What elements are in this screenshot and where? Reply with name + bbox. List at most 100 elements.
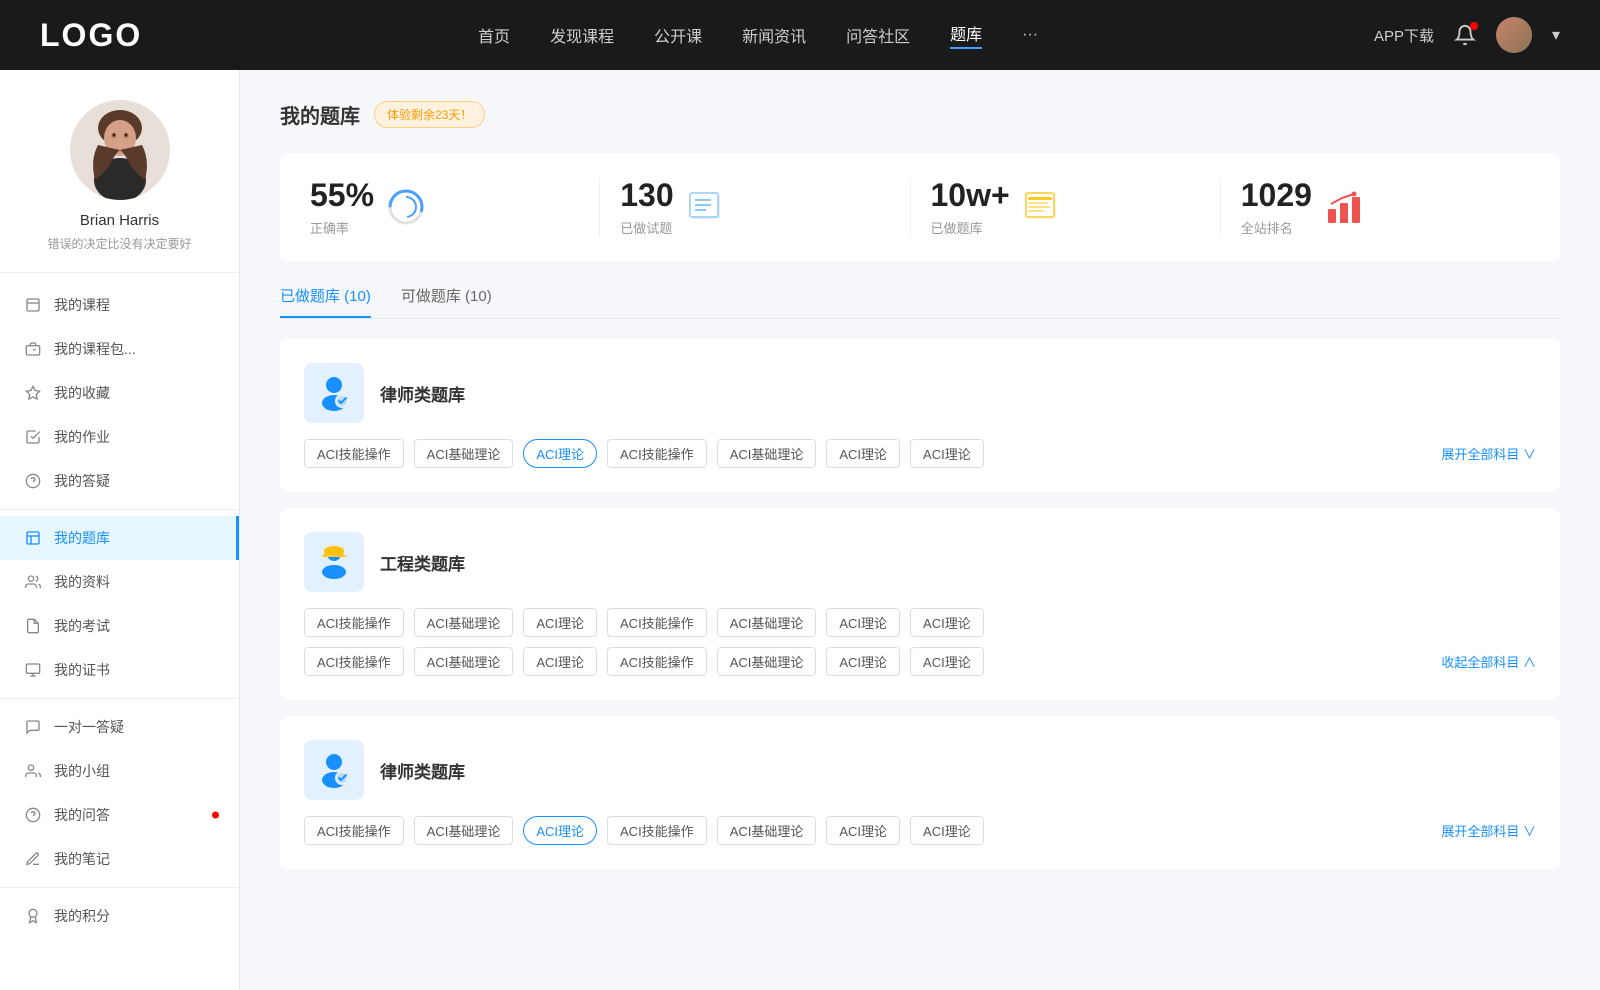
note-icon [24,850,42,868]
nav-more[interactable]: ··· [1022,26,1038,44]
bank-title-lawyer-2: 律师类题库 [380,758,465,783]
logo: LOGO [40,17,142,54]
group-icon [24,762,42,780]
menu-item-favorite[interactable]: 我的收藏 [0,371,239,415]
tag-lawyer1-6[interactable]: ACI理论 [826,439,900,468]
menu-item-question[interactable]: 我的问答 [0,793,239,837]
tag-eng-6[interactable]: ACI理论 [826,608,900,637]
expand-lawyer-1[interactable]: 展开全部科目 ∨ [1441,444,1536,463]
menu-label-favorite: 我的收藏 [54,383,110,403]
oneone-icon [24,718,42,736]
bank-card-lawyer-2: 律师类题库 ACI技能操作 ACI基础理论 ACI理论 ACI技能操作 ACI基… [280,716,1560,869]
expand-lawyer-2[interactable]: 展开全部科目 ∨ [1441,821,1536,840]
tag-lawyer2-6[interactable]: ACI理论 [826,816,900,845]
menu-item-note[interactable]: 我的笔记 [0,837,239,881]
lawyer-icon-2 [304,740,364,800]
menu-item-group[interactable]: 我的小组 [0,749,239,793]
header: LOGO 首页 发现课程 公开课 新闻资讯 问答社区 题库 ··· APP下载 … [0,0,1600,70]
tab-available[interactable]: 可做题库 (10) [401,285,492,318]
question-icon [24,806,42,824]
tag-lawyer2-4[interactable]: ACI技能操作 [607,816,707,845]
stat-accuracy: 55% 正确率 [310,177,600,237]
profile-motto: 错误的决定比没有决定要好 [47,235,191,252]
tags-row-engineer-2: ACI技能操作 ACI基础理论 ACI理论 ACI技能操作 ACI基础理论 AC… [304,647,1536,676]
nav-bank[interactable]: 题库 [950,21,982,49]
stat-done-banks: 10w+ 已做题库 [931,177,1221,237]
bank-header-lawyer-1: 律师类题库 [304,363,1536,423]
nav-news[interactable]: 新闻资讯 [742,23,806,47]
banks-icon [1024,189,1060,225]
data-icon [24,573,42,591]
avatar [70,100,170,200]
notification-bell[interactable] [1454,24,1476,46]
tags-row-lawyer-1: ACI技能操作 ACI基础理论 ACI理论 ACI技能操作 ACI基础理论 AC… [304,439,1536,468]
tag-eng-10[interactable]: ACI理论 [523,647,597,676]
menu-item-cert[interactable]: 我的证书 [0,648,239,692]
tag-lawyer2-2[interactable]: ACI基础理论 [414,816,514,845]
menu-item-package[interactable]: 我的课程包... [0,327,239,371]
tag-lawyer1-5[interactable]: ACI基础理论 [717,439,817,468]
tag-lawyer2-1[interactable]: ACI技能操作 [304,816,404,845]
tag-eng-12[interactable]: ACI基础理论 [717,647,817,676]
menu-item-qa[interactable]: 我的答疑 [0,459,239,503]
tag-lawyer1-4[interactable]: ACI技能操作 [607,439,707,468]
stat-label-questions: 已做试题 [620,218,673,237]
nav-qa[interactable]: 问答社区 [846,23,910,47]
tag-lawyer1-7[interactable]: ACI理论 [910,439,984,468]
tag-eng-9[interactable]: ACI基础理论 [414,647,514,676]
menu-item-exam[interactable]: 我的考试 [0,604,239,648]
tag-eng-14[interactable]: ACI理论 [910,647,984,676]
profile-section: Brian Harris 错误的决定比没有决定要好 [0,70,239,273]
tag-eng-7[interactable]: ACI理论 [910,608,984,637]
main-nav: 首页 发现课程 公开课 新闻资讯 问答社区 题库 ··· [478,21,1038,49]
tag-eng-1[interactable]: ACI技能操作 [304,608,404,637]
tag-lawyer2-3[interactable]: ACI理论 [523,816,597,845]
tag-eng-11[interactable]: ACI技能操作 [607,647,707,676]
tag-eng-3[interactable]: ACI理论 [523,608,597,637]
score-icon [24,907,42,925]
tags-row-engineer-1: ACI技能操作 ACI基础理论 ACI理论 ACI技能操作 ACI基础理论 AC… [304,608,1536,637]
nav-discover[interactable]: 发现课程 [550,23,614,47]
tag-lawyer2-5[interactable]: ACI基础理论 [717,816,817,845]
content-area: 我的题库 体验剩余23天！ 55% 正确率 [240,70,1600,990]
trial-badge: 体验剩余23天！ [374,101,485,128]
app-download-button[interactable]: APP下载 [1374,25,1434,46]
stat-label-rank: 全站排名 [1241,218,1312,237]
user-menu-chevron[interactable]: ▾ [1552,25,1560,45]
tab-done[interactable]: 已做题库 (10) [280,285,371,318]
nav-open-course[interactable]: 公开课 [654,23,702,47]
menu-label-cert: 我的证书 [54,660,110,680]
sidebar-divider-1 [0,509,239,510]
menu-item-bank[interactable]: 我的题库 [0,516,239,560]
menu-item-course[interactable]: 我的课程 [0,283,239,327]
menu-label-qa: 我的答疑 [54,471,110,491]
menu-item-homework[interactable]: 我的作业 [0,415,239,459]
menu-label-oneone: 一对一答疑 [54,717,124,737]
sidebar: Brian Harris 错误的决定比没有决定要好 我的课程 我的课程包... [0,70,240,990]
collapse-engineer[interactable]: 收起全部科目 ∧ [1441,652,1536,671]
tag-eng-4[interactable]: ACI技能操作 [607,608,707,637]
bank-title-lawyer-1: 律师类题库 [380,381,465,406]
tag-lawyer1-1[interactable]: ACI技能操作 [304,439,404,468]
menu-item-data[interactable]: 我的资料 [0,560,239,604]
bank-header-engineer: 工程类题库 [304,532,1536,592]
tag-eng-8[interactable]: ACI技能操作 [304,647,404,676]
stat-number-questions: 130 [620,177,673,214]
exam-icon [24,617,42,635]
stat-value-questions: 130 已做试题 [620,177,673,237]
nav-home[interactable]: 首页 [478,23,510,47]
menu-item-score[interactable]: 我的积分 [0,894,239,938]
tag-eng-5[interactable]: ACI基础理论 [717,608,817,637]
tag-lawyer1-2[interactable]: ACI基础理论 [414,439,514,468]
tag-eng-13[interactable]: ACI理论 [826,647,900,676]
tag-lawyer2-7[interactable]: ACI理论 [910,816,984,845]
accuracy-icon [388,189,424,225]
tag-eng-2[interactable]: ACI基础理论 [414,608,514,637]
package-icon [24,340,42,358]
menu-label-question: 我的问答 [54,805,110,825]
user-avatar-header[interactable] [1496,17,1532,53]
stat-number-rank: 1029 [1241,177,1312,214]
tag-lawyer1-3[interactable]: ACI理论 [523,439,597,468]
menu-label-course: 我的课程 [54,295,110,315]
menu-item-oneone[interactable]: 一对一答疑 [0,705,239,749]
